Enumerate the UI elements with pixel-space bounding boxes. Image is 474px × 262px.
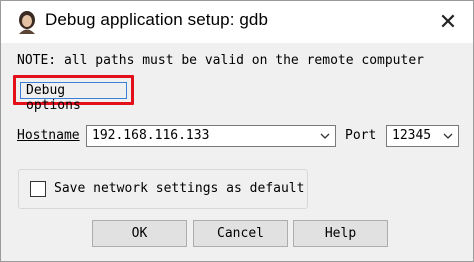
port-label: Port [345,128,376,143]
chevron-down-icon[interactable] [319,130,331,142]
debug-setup-dialog: Debug application setup: gdb ✕ NOTE: all… [0,0,474,262]
hostname-combobox[interactable]: 192.168.116.133 [86,125,336,147]
ok-button[interactable]: OK [92,220,187,247]
close-icon[interactable]: ✕ [433,7,463,37]
window-title: Debug application setup: gdb [45,10,269,29]
hostname-label-text: Hostname [17,128,80,143]
hostname-label: Hostname [17,128,80,143]
debug-options-label: Debug options [26,83,81,113]
network-settings-group: Save network settings as default [18,169,308,209]
help-button[interactable]: Help [293,220,388,247]
title-bar: Debug application setup: gdb ✕ [1,1,473,43]
chevron-down-icon[interactable] [442,130,454,142]
debug-options-highlight: Debug options [13,75,134,113]
port-label-text: Port [345,128,377,143]
save-default-label[interactable]: Save network settings as default [54,181,304,196]
save-default-checkbox[interactable] [30,181,46,197]
port-combobox[interactable]: 12345 [386,125,459,147]
hostname-value: 192.168.116.133 [92,128,210,143]
debug-options-button[interactable]: Debug options [20,82,127,113]
port-value: 12345 [392,128,432,143]
cancel-button[interactable]: Cancel [193,220,288,247]
person-avatar-icon [19,11,35,34]
remote-paths-note: NOTE: all paths must be valid on the rem… [17,53,424,68]
